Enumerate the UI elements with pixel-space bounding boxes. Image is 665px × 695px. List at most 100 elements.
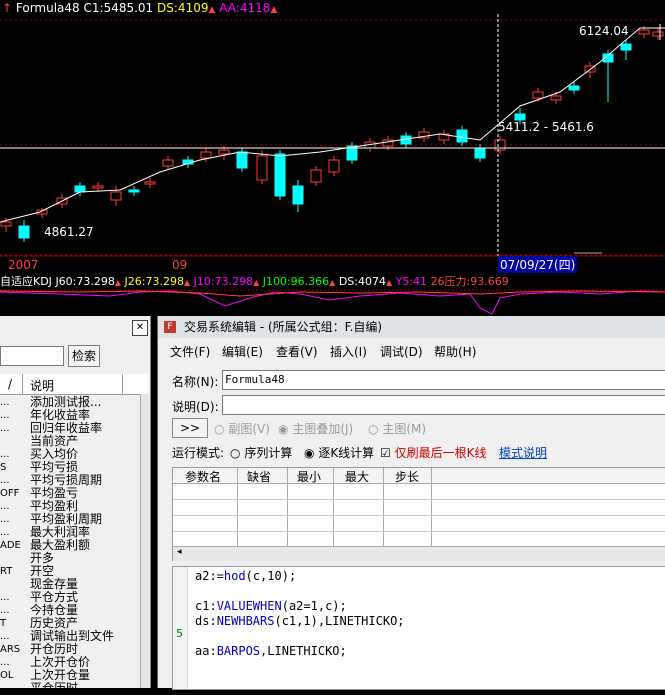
kdj-j60: J60:73.298 xyxy=(55,275,115,288)
radio-overlay[interactable]: ◉ 主图叠加(J) xyxy=(278,420,353,437)
scrollbar[interactable] xyxy=(140,394,149,688)
code-keyword: hod xyxy=(223,569,246,583)
candle-body xyxy=(568,85,580,91)
candle-body xyxy=(456,129,468,143)
radio-icon: ○ xyxy=(214,422,225,436)
candle-body xyxy=(652,31,664,37)
menu-insert[interactable]: 插入(I) xyxy=(330,342,367,362)
column-description[interactable]: 说明 xyxy=(30,377,54,394)
candle-body xyxy=(550,95,562,101)
ds-value: DS:4109 xyxy=(157,1,209,15)
code-text: ds: xyxy=(195,614,217,628)
kdj-name: 自适应KDJ xyxy=(0,275,52,288)
kdj-pressure: 26压力:93.669 xyxy=(430,275,509,288)
list-item[interactable]: 开多 xyxy=(0,552,140,565)
candle-body xyxy=(144,181,156,185)
list-item[interactable]: ADE 最大盈利额 xyxy=(0,539,140,552)
menu-bar: 文件(F) 编辑(E) 查看(V) 插入(I) 调试(D) 帮助(H) xyxy=(158,342,665,362)
indicator-name: Formula48 xyxy=(15,1,80,15)
menu-debug[interactable]: 调试(D) xyxy=(380,342,423,362)
list-item-key: ... xyxy=(0,631,10,642)
search-input[interactable] xyxy=(0,346,64,366)
list-item-key: ... xyxy=(0,527,10,538)
params-table[interactable]: 参数名 缺省 最小 最大 步长 ◂ xyxy=(172,467,665,561)
up-arrow-icon: ↑ xyxy=(2,1,13,15)
search-button[interactable]: 检索 xyxy=(68,345,100,367)
radio-per-bar[interactable]: ◉ 逐K线计算 xyxy=(304,444,374,461)
mode-help-link[interactable]: 模式说明 xyxy=(499,444,547,461)
code-line: a2:=hod(c,10); xyxy=(195,569,296,583)
list-item-key: ... xyxy=(0,397,10,408)
function-list-panel: ✕ 检索 / 说明 ... 添加测试报...... 年化收益率... 回归年收益率 当前… xyxy=(0,316,151,695)
kdj-ds: DS:4074 xyxy=(338,275,386,288)
up-triangle-icon: ▲ xyxy=(385,278,393,287)
menu-help[interactable]: 帮助(H) xyxy=(434,342,476,362)
price-chart[interactable]: ↑ Formula48 C1:5485.01 DS:4109▲ AA:4118▲… xyxy=(0,0,665,288)
candlestick-chart[interactable] xyxy=(0,0,665,288)
description-label: 说明(D): xyxy=(172,400,219,414)
up-triangle-icon: ▲ xyxy=(208,5,216,15)
param-default-header: 缺省 xyxy=(247,470,272,484)
checkbox-only-last[interactable]: ☑ 仅刷最后一根K线 xyxy=(380,444,486,461)
radio-sequence[interactable]: ○ 序列计算 xyxy=(230,444,292,461)
column-separator: / xyxy=(8,377,13,391)
param-min-header: 最小 xyxy=(297,470,322,484)
aa-value: AA:4118 xyxy=(219,1,271,15)
radio-selected-icon: ◉ xyxy=(278,422,289,436)
list-item[interactable]: ... 平仓历时 xyxy=(0,682,140,695)
description-field[interactable] xyxy=(222,395,665,415)
app-icon: F xyxy=(164,321,176,333)
kdj-header: 自适应KDJ J60:73.298▲ J26:73.298▲ J10:73.29… xyxy=(0,273,509,289)
candle-body xyxy=(162,159,174,167)
list-item-key: ... xyxy=(0,683,10,694)
trading-system-editor: F 交易系统编辑 - (所属公式组：F.自编) 文件(F) 编辑(E) 查看(V… xyxy=(157,316,665,690)
candle-body xyxy=(236,151,248,169)
code-text: (c1,1),LINETHICKO; xyxy=(274,614,405,628)
list-item-key: ... xyxy=(0,514,10,525)
candle-body xyxy=(18,225,30,239)
name-value: Formula48 xyxy=(225,373,285,386)
candle-body xyxy=(110,191,122,201)
radio-sub-chart[interactable]: ○ 副图(V) xyxy=(214,420,270,437)
list-header: / 说明 xyxy=(0,374,148,395)
close-icon[interactable]: ✕ xyxy=(132,320,148,336)
list-item-key: OL xyxy=(0,670,14,681)
code-text: a2:= xyxy=(195,569,224,583)
list-item-key: RT xyxy=(0,566,13,577)
scroll-left-icon[interactable]: ◂ xyxy=(177,547,182,557)
name-field[interactable]: Formula48 xyxy=(222,370,665,390)
editor-title: 交易系统编辑 - (所属公式组：F.自编) xyxy=(184,320,383,334)
list-item-key: ... xyxy=(0,475,10,486)
code-text: c1: xyxy=(195,599,217,613)
code-text: ,LINETHICKO; xyxy=(260,644,347,658)
kdj-indicator-panel[interactable] xyxy=(0,288,665,316)
candle-body xyxy=(620,43,632,51)
menu-edit[interactable]: 编辑(E) xyxy=(222,342,263,362)
axis-month-label: 09 xyxy=(172,258,188,272)
code-text: (a2=1,c); xyxy=(281,599,347,613)
param-name-header: 参数名 xyxy=(185,470,222,484)
up-triangle-icon: ▲ xyxy=(183,278,191,287)
chart-header: ↑ Formula48 C1:5485.01 DS:4109▲ AA:4118▲ xyxy=(2,1,277,15)
candle-body xyxy=(218,149,230,155)
code-text: aa: xyxy=(195,644,217,658)
radio-main-chart[interactable]: ○ 主图(M) xyxy=(368,420,426,437)
code-editor[interactable]: 5 a2:=hod(c,10); c1:VALUEWHEN(a2=1,c); ds:… xyxy=(172,566,665,690)
up-triangle-icon: ▲ xyxy=(253,278,260,287)
checkbox-checked-icon: ☑ xyxy=(380,446,391,460)
list-item-label: 平仓历时 xyxy=(30,681,79,695)
menu-file[interactable]: 文件(F) xyxy=(170,342,210,362)
menu-view[interactable]: 查看(V) xyxy=(276,342,318,362)
param-max-header: 最大 xyxy=(345,470,370,484)
kdj-j26: J26:73.298 xyxy=(124,275,184,288)
editor-titlebar: F 交易系统编辑 - (所属公式组：F.自编) xyxy=(158,316,665,338)
candle-body xyxy=(128,189,140,193)
kdj-y5: Y5:41 xyxy=(395,275,428,288)
candle-body xyxy=(74,185,86,193)
candle-body xyxy=(0,221,12,227)
radio-icon: ○ xyxy=(230,446,241,460)
up-triangle-icon: ▲ xyxy=(270,5,278,15)
expand-button[interactable]: >> xyxy=(172,418,208,438)
horizontal-scrollbar[interactable]: ◂ xyxy=(173,546,665,561)
code-line: aa:BARPOS,LINETHICKO; xyxy=(195,644,347,658)
